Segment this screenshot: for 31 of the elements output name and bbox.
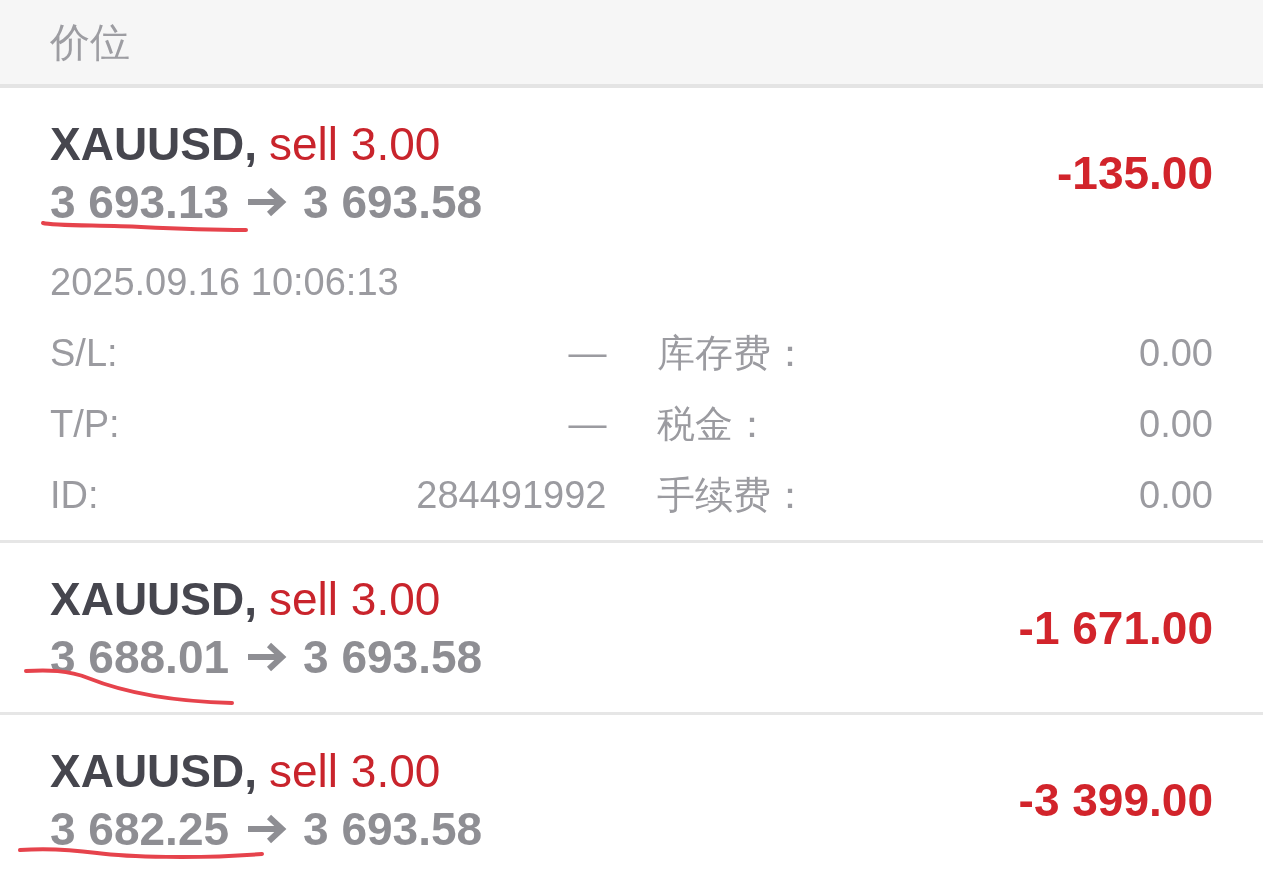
detail-label: 库存费： bbox=[656, 331, 809, 376]
symbol-name: XAUUSD, bbox=[50, 572, 258, 627]
arrow-right-icon bbox=[245, 186, 288, 218]
detail-value: 0.00 bbox=[1139, 331, 1213, 376]
order-type-volume: sell 3.00 bbox=[269, 117, 441, 172]
order-type-volume: sell 3.00 bbox=[269, 744, 441, 799]
detail-value: 0.00 bbox=[1139, 402, 1213, 447]
detail-label: 税金： bbox=[656, 402, 771, 447]
current-price: 3 693.58 bbox=[303, 175, 483, 230]
detail-label: ID: bbox=[50, 473, 99, 518]
section-title: 价位 bbox=[50, 22, 130, 62]
order-type-volume: sell 3.00 bbox=[269, 572, 441, 627]
detail-label: 手续费： bbox=[656, 473, 809, 518]
current-price: 3 693.58 bbox=[303, 630, 483, 685]
detail-value: 0.00 bbox=[1139, 473, 1213, 518]
open-time: 2025.09.16 10:06:13 bbox=[50, 260, 399, 305]
arrow-right-icon bbox=[245, 813, 288, 845]
open-price: 3 682.25 bbox=[50, 803, 230, 855]
detail-value: — bbox=[568, 402, 607, 447]
detail-label: S/L: bbox=[50, 331, 118, 376]
open-price: 3 693.13 bbox=[50, 176, 230, 228]
current-price: 3 693.58 bbox=[303, 802, 483, 857]
profit-value: -3 399.00 bbox=[1018, 773, 1213, 828]
detail-value: 284491992 bbox=[416, 473, 607, 518]
symbol-name: XAUUSD, bbox=[50, 117, 258, 172]
symbol-name: XAUUSD, bbox=[50, 744, 258, 799]
arrow-right-icon bbox=[245, 641, 288, 673]
profit-value: -1 671.00 bbox=[1018, 601, 1213, 656]
profit-value: -135.00 bbox=[1057, 146, 1213, 201]
detail-label: T/P: bbox=[50, 402, 120, 447]
detail-value: — bbox=[568, 331, 607, 376]
